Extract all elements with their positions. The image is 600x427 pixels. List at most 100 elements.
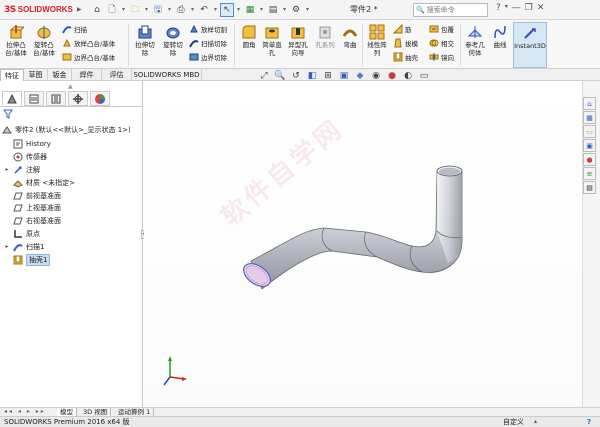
wrap-feature-button[interactable]: 包覆: [429, 24, 454, 34]
undo-icon[interactable]: ↶: [197, 3, 211, 17]
lofted-cut-button[interactable]: 放样切割: [189, 24, 227, 34]
linear-pattern-button[interactable]: 线性阵 列: [365, 24, 389, 57]
expand-arrow-icon[interactable]: ▸: [4, 166, 10, 173]
edit-appearance-icon[interactable]: ●: [386, 70, 398, 81]
boundary-boss-button[interactable]: 边界凸台/基体: [62, 52, 115, 62]
new-dropdown-icon[interactable]: ▾: [120, 3, 127, 17]
rebuild-dropdown-icon[interactable]: ▾: [258, 3, 265, 17]
extruded-cut-button[interactable]: 拉伸切 除: [132, 24, 158, 57]
options-dropdown-icon[interactable]: ▾: [304, 3, 311, 17]
tree-item-annotations[interactable]: ▸ 注解: [4, 164, 142, 177]
unit-dropdown-icon[interactable]: ▴: [534, 417, 537, 427]
tree-item-sweep1[interactable]: ▸ 扫描1: [4, 240, 142, 253]
tab-sheet-metal[interactable]: 钣金: [48, 69, 72, 81]
hole-series-button[interactable]: 孔系列: [313, 24, 337, 49]
print-icon[interactable]: ⎙: [174, 3, 188, 17]
new-document-icon[interactable]: 🗋: [105, 3, 119, 17]
rebuild-icon[interactable]: ▦: [243, 3, 257, 17]
zoom-to-fit-icon[interactable]: ⤢: [258, 70, 270, 81]
menu-expand-icon[interactable]: ▶: [77, 6, 82, 13]
select-cursor-icon[interactable]: ↖: [220, 2, 234, 17]
swept-boss-button[interactable]: 扫描: [62, 24, 87, 34]
tree-item-origin[interactable]: 原点: [4, 228, 142, 241]
select-dropdown-icon[interactable]: ▾: [235, 3, 242, 17]
help-icon[interactable]: ?: [496, 3, 501, 13]
lofted-boss-button[interactable]: 放样凸台/基体: [62, 38, 115, 48]
view-settings-icon[interactable]: ▭: [418, 70, 430, 81]
appearances-icon[interactable]: ●: [583, 153, 596, 166]
save-dropdown-icon[interactable]: ▾: [166, 3, 173, 17]
property-manager-tab[interactable]: [24, 91, 44, 106]
configuration-manager-tab[interactable]: [46, 91, 66, 106]
tree-item-material[interactable]: 材质 <未指定>: [4, 176, 142, 189]
solidworks-logo[interactable]: 3S SOLIDWORKS ▶: [0, 5, 90, 15]
instant3d-button[interactable]: Instant3D: [513, 22, 547, 68]
save-icon[interactable]: 🖫: [151, 3, 165, 17]
dimxpert-manager-tab[interactable]: [68, 91, 88, 106]
custom-properties-icon[interactable]: ≡: [583, 167, 596, 180]
tab-sketch[interactable]: 草图: [24, 69, 48, 81]
intersect-button[interactable]: 相交: [429, 38, 454, 48]
close-icon[interactable]: ✕: [537, 3, 545, 13]
tree-item-sensors[interactable]: 传感器: [4, 151, 142, 164]
filter-icon[interactable]: [3, 109, 13, 119]
zoom-area-icon[interactable]: 🔍: [274, 70, 286, 81]
forum-icon[interactable]: ▤: [583, 181, 596, 194]
view-palette-icon[interactable]: ▣: [583, 139, 596, 152]
restore-icon[interactable]: ❐: [525, 3, 533, 13]
tab-solidworks-mbd[interactable]: SOLIDWORKS MBD: [132, 69, 202, 81]
fillet-button[interactable]: 圆角: [238, 24, 260, 49]
hide-show-items-icon[interactable]: ◉: [370, 70, 382, 81]
graphics-area[interactable]: [144, 81, 582, 407]
pipe-model[interactable]: [144, 81, 582, 407]
mirror-button[interactable]: 镜向: [429, 52, 454, 62]
dynamic-annotation-icon[interactable]: ⊞: [322, 70, 334, 81]
revolved-cut-button[interactable]: 旋转切 除: [160, 24, 186, 57]
tab-features[interactable]: 特征: [0, 69, 24, 81]
reference-geometry-button[interactable]: 参考几 何体: [463, 24, 487, 57]
tab-evaluate[interactable]: 评估: [102, 69, 132, 81]
feature-tree-root[interactable]: 零件2 (默认<<默认>_显示状态 1>): [2, 125, 131, 135]
display-manager-tab[interactable]: [90, 91, 110, 106]
search-commands-input[interactable]: 🔍 搜索命令: [413, 3, 488, 17]
tree-item-shell1[interactable]: 抽壳1: [4, 253, 142, 266]
rib-button[interactable]: 筋: [393, 24, 412, 34]
design-library-icon[interactable]: ▦: [583, 111, 596, 124]
hole-wizard-button[interactable]: 异型孔 向导: [285, 24, 311, 57]
minimize-icon[interactable]: —: [512, 3, 521, 13]
section-view-icon[interactable]: ◧: [306, 70, 318, 81]
extruded-boss-button[interactable]: 拉伸凸 台/基体: [3, 24, 29, 57]
wrap-button[interactable]: 弯曲: [339, 24, 361, 49]
revolved-boss-button[interactable]: 旋转凸 台/基体: [31, 24, 57, 57]
options-gear-icon[interactable]: ⚙: [289, 3, 303, 17]
panel-grip-icon[interactable]: ▲: [68, 83, 74, 90]
open-folder-icon[interactable]: 🗀: [128, 3, 142, 17]
tree-item-top-plane[interactable]: 上视基准面: [4, 202, 142, 215]
expand-arrow-icon[interactable]: ▸: [4, 243, 10, 250]
apply-scene-icon[interactable]: ◐: [402, 70, 414, 81]
unit-system-selector[interactable]: 自定义: [503, 417, 524, 427]
view-orientation-icon[interactable]: ▣: [338, 70, 350, 81]
tree-item-front-plane[interactable]: 前视基准面: [4, 189, 142, 202]
print-dropdown-icon[interactable]: ▾: [189, 3, 196, 17]
tree-item-history[interactable]: History: [4, 138, 142, 151]
file-explorer-icon[interactable]: ▭: [583, 125, 596, 138]
simple-hole-button[interactable]: 简单直 孔: [260, 24, 284, 57]
help-dropdown-icon[interactable]: ▾: [505, 3, 508, 13]
draft-button[interactable]: 拔模: [393, 38, 418, 48]
tree-item-right-plane[interactable]: 右视基准面: [4, 215, 142, 228]
solidworks-resources-icon[interactable]: ⌂: [583, 97, 596, 110]
open-dropdown-icon[interactable]: ▾: [143, 3, 150, 17]
previous-view-icon[interactable]: ↺: [290, 70, 302, 81]
display-style-icon[interactable]: ◆: [354, 70, 366, 81]
curves-button[interactable]: 曲线: [489, 24, 511, 49]
tab-navigation-arrows[interactable]: ◂◂ ◂ ▸ ▸▸: [4, 408, 46, 415]
swept-cut-button[interactable]: 扫描切除: [189, 38, 227, 48]
file-properties-icon[interactable]: ▤: [266, 3, 280, 17]
boundary-cut-button[interactable]: 边界切除: [189, 52, 227, 62]
tab-weldments[interactable]: 焊件: [72, 69, 102, 81]
undo-dropdown-icon[interactable]: ▾: [212, 3, 219, 17]
shell-button[interactable]: 抽壳: [393, 52, 418, 62]
properties-dropdown-icon[interactable]: ▾: [281, 3, 288, 17]
help-icon[interactable]: ?: [587, 417, 591, 427]
